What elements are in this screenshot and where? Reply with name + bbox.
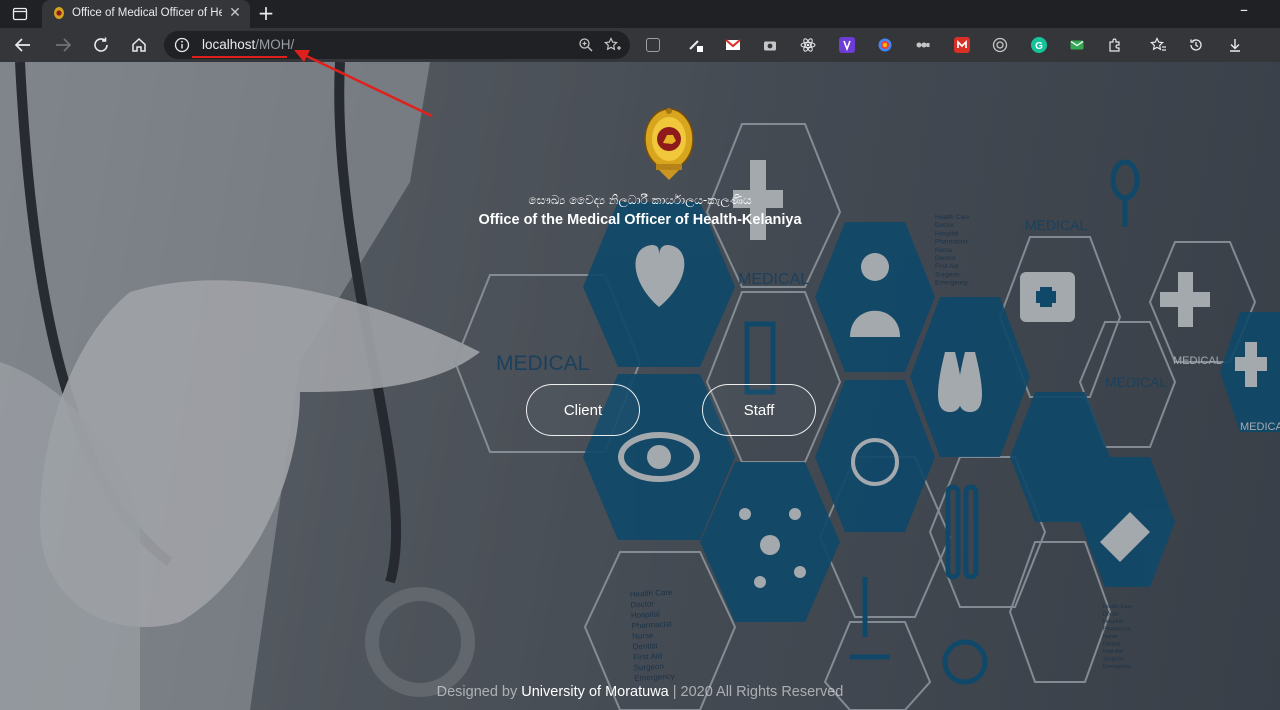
tracker-extension-icon[interactable] [915, 37, 931, 53]
mega-extension-icon[interactable] [954, 37, 970, 53]
url-path: /MOH/ [255, 37, 295, 52]
new-tab-button[interactable]: + [256, 3, 276, 23]
reload-button[interactable] [90, 34, 112, 56]
dark-overlay [0, 62, 1280, 710]
zoom-icon[interactable] [578, 37, 594, 53]
downloads-icon[interactable] [1227, 37, 1243, 53]
tab-close-icon[interactable]: ✕ [228, 6, 242, 20]
history-icon[interactable] [1188, 37, 1204, 53]
gmail-extension-icon[interactable] [725, 37, 741, 53]
tab-bar: Office of Medical Officer of Health ✕ + … [0, 0, 1280, 28]
sri-lanka-emblem-icon [644, 108, 694, 180]
color-picker-extension-icon[interactable] [877, 37, 893, 53]
browser-tab[interactable]: Office of Medical Officer of Health ✕ [42, 0, 250, 28]
site-info-icon[interactable] [174, 37, 190, 53]
extensions-puzzle-icon[interactable] [1107, 37, 1123, 53]
favorites-icon[interactable] [1150, 37, 1166, 53]
footer-university-link[interactable]: University of Moratuwa [521, 684, 668, 700]
home-button[interactable] [128, 34, 150, 56]
minimize-window-button[interactable]: – [1236, 2, 1252, 20]
add-favorite-icon[interactable] [604, 37, 622, 53]
address-bar[interactable]: localhost/MOH/ [164, 31, 630, 59]
staff-button[interactable]: Staff [702, 384, 816, 436]
forward-button[interactable] [52, 34, 74, 56]
camera-extension-icon[interactable] [762, 37, 778, 53]
mail-extension-icon[interactable] [1069, 37, 1085, 53]
annotation-underline [192, 56, 287, 58]
footer-prefix: Designed by [436, 684, 522, 700]
collections-icon[interactable] [646, 38, 660, 52]
office-title-sinhala: සෞඛ්‍ය වෛද්‍ය නිලධාරී කාර්යාලය-කැලණිය [528, 193, 752, 207]
react-devtools-icon[interactable] [800, 37, 816, 53]
tab-actions-icon[interactable] [12, 6, 28, 22]
back-button[interactable] [12, 34, 34, 56]
footer-suffix: | 2020 All Rights Reserved [668, 684, 844, 700]
grammarly-extension-icon[interactable]: G [1031, 37, 1047, 53]
page-viewport: MEDICAL MEDICAL MEDICAL MEDICAL MEDICAL … [0, 62, 1280, 710]
svg-text:G: G [1035, 41, 1043, 52]
office-title-english: Office of the Medical Officer of Health-… [478, 212, 802, 228]
emblem-favicon-icon [52, 6, 66, 20]
footer: Designed by University of Moratuwa | 202… [0, 684, 1280, 700]
vue-extension-icon[interactable] [839, 37, 855, 53]
url-host: localhost [202, 37, 256, 52]
pen-extension-icon[interactable] [688, 37, 704, 53]
target-extension-icon[interactable] [992, 37, 1008, 53]
client-button[interactable]: Client [526, 384, 640, 436]
tab-title: Office of Medical Officer of Health [72, 7, 222, 19]
url-text[interactable]: localhost/MOH/ [202, 37, 294, 52]
